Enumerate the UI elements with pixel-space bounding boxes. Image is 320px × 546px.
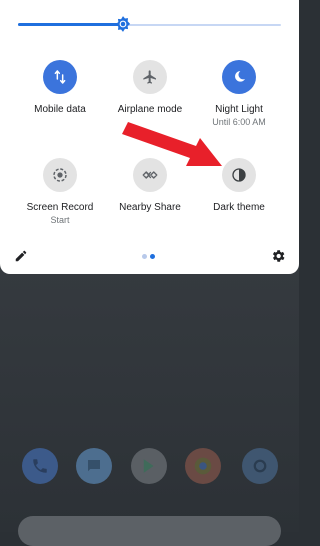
brightness-slider-fill bbox=[18, 23, 124, 26]
annotation-arrow bbox=[122, 122, 222, 166]
page-indicator bbox=[142, 254, 158, 260]
tile-airplane-mode[interactable]: Airplane mode bbox=[100, 60, 200, 116]
app-dock bbox=[0, 448, 299, 492]
tile-label: Dark theme bbox=[213, 202, 265, 213]
page-dot bbox=[150, 254, 155, 259]
messages-icon[interactable] bbox=[76, 448, 112, 484]
tile-label: Airplane mode bbox=[117, 104, 183, 115]
tile-sublabel: Start bbox=[50, 215, 70, 225]
chrome-icon[interactable] bbox=[185, 448, 221, 484]
settings-app-icon[interactable] bbox=[242, 448, 278, 484]
brightness-icon bbox=[116, 16, 131, 32]
quick-settings-footer bbox=[0, 244, 299, 268]
airplane-icon bbox=[133, 60, 167, 94]
moon-icon bbox=[222, 60, 256, 94]
edit-pencil-icon[interactable] bbox=[14, 249, 28, 263]
tile-label: Mobile data bbox=[34, 104, 86, 115]
phone-icon[interactable] bbox=[22, 448, 58, 484]
mobile-data-icon bbox=[43, 60, 77, 94]
tile-mobile-data[interactable]: Mobile data bbox=[10, 60, 110, 116]
gear-icon[interactable] bbox=[270, 248, 286, 264]
tile-label: Nearby Share bbox=[119, 202, 181, 213]
tile-screen-record[interactable]: Screen Record Start bbox=[10, 158, 110, 226]
page-dot bbox=[142, 254, 147, 259]
play-store-icon[interactable] bbox=[131, 448, 167, 484]
tile-label: Screen Record bbox=[26, 202, 94, 213]
search-bar[interactable] bbox=[18, 516, 281, 546]
brightness-slider-thumb[interactable] bbox=[114, 15, 132, 33]
screen-record-icon bbox=[43, 158, 77, 192]
tile-label: Night Light bbox=[215, 104, 263, 115]
